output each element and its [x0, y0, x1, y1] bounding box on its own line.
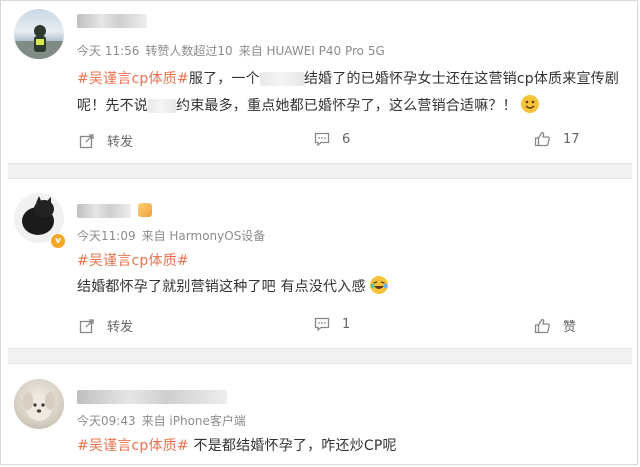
comment-text-line: #吴谨言cp体质#: [77, 250, 189, 270]
comment-button[interactable]: 1: [314, 316, 350, 332]
comment-meta: 今天09:43 来自 iPhone客户端: [77, 412, 252, 429]
topic-tag-link[interactable]: #吴谨言cp体质#: [77, 71, 189, 87]
comment-text-line: #吴谨言cp体质# 不是都结婚怀孕了，咋还炒CP呢: [77, 435, 397, 455]
comment-icon: [314, 317, 330, 332]
comment-meta: 今天 11:56 转赞人数超过10 来自 HUAWEI P40 Pro 5G: [77, 42, 391, 59]
laugh-cry-emoji-icon: [369, 276, 388, 294]
comment-text-line: #吴谨言cp体质#服了，一个 结婚了的已婚怀孕女士还在这营销cp体质来宣传剧: [77, 68, 619, 88]
avatar[interactable]: [14, 9, 64, 59]
comment-source: 来自 iPhone客户端: [141, 414, 246, 428]
comment-icon: [314, 132, 330, 147]
comment-count: 1: [342, 316, 351, 332]
redacted-mask: [148, 99, 176, 113]
verified-badge-icon: v: [50, 233, 66, 249]
comment-meta: 今天11:09 来自 HarmonyOS设备: [77, 227, 271, 244]
topic-tag-link[interactable]: #吴谨言cp体质#: [77, 438, 189, 454]
comment-text-line: 结婚都怀孕了就别营销这种了吧 有点没代入感: [77, 276, 388, 296]
share-icon: [79, 318, 94, 333]
avatar-figure-icon: [14, 25, 64, 59]
comment-text: 呢！先不说: [77, 98, 148, 114]
comment-count: 6: [342, 131, 351, 147]
repost-button[interactable]: 转发: [79, 316, 133, 335]
like-label: 赞: [563, 320, 577, 335]
grin-emoji-icon: [520, 95, 539, 113]
share-icon: [79, 133, 94, 148]
comment-text: 服了，一个: [188, 71, 260, 87]
like-count: 17: [563, 131, 580, 147]
comment-text: 约束最多，重点她都已婚怀孕了，这么营销合适嘛？！: [176, 98, 517, 114]
repost-label: 转发: [107, 320, 134, 335]
like-button[interactable]: 赞: [534, 316, 576, 335]
section-divider: [8, 163, 632, 179]
username-blurred[interactable]: [77, 204, 131, 218]
username-blurred[interactable]: [77, 390, 227, 404]
thumbs-up-icon: [534, 131, 550, 147]
comment-text: 结婚都怀孕了就别营销这种了吧 有点没代入感: [77, 279, 366, 295]
repost-count-text: 转赞人数超过10: [145, 44, 233, 58]
thumbs-up-icon: [534, 318, 550, 333]
comment-text-line: 呢！先不说 约束最多，重点她都已婚怀孕了，这么营销合适嘛？！: [77, 95, 539, 115]
comment-button[interactable]: 6: [314, 131, 350, 147]
repost-label: 转发: [107, 135, 134, 150]
repost-button[interactable]: 转发: [79, 131, 133, 150]
comment-text: 不是都结婚怀孕了，咋还炒CP呢: [188, 438, 397, 454]
comment-time: 今天 11:56: [77, 44, 140, 58]
comment-time: 今天11:09: [77, 229, 136, 243]
avatar[interactable]: [14, 379, 64, 429]
avatar-dog-icon: [23, 392, 55, 421]
topic-tag-link[interactable]: #吴谨言cp体质#: [77, 253, 189, 269]
comment-time: 今天09:43: [77, 414, 136, 428]
comment-text: 结婚了的已婚怀孕女士还在这营销cp体质来宣传剧: [303, 71, 620, 87]
comment-source: 来自 HUAWEI P40 Pro 5G: [238, 44, 385, 58]
like-button[interactable]: 17: [534, 131, 580, 147]
section-divider: [8, 348, 632, 364]
redacted-mask: [259, 72, 304, 86]
fan-badge-icon: [138, 203, 152, 217]
username-blurred[interactable]: [77, 14, 147, 28]
comment-source: 来自 HarmonyOS设备: [141, 229, 266, 243]
